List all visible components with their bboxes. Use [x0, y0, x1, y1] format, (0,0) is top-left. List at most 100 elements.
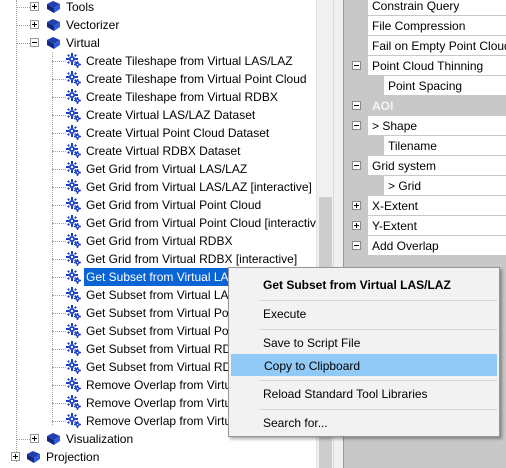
property-label: X-Extent: [368, 196, 506, 215]
tool-gear-icon: [66, 305, 82, 321]
collapse-toggle[interactable]: [352, 101, 361, 110]
tool-gear-icon: [66, 125, 82, 141]
menu-separator: [259, 409, 497, 410]
menu-item-reload-libraries[interactable]: Reload Standard Tool Libraries: [231, 383, 497, 405]
collapse-toggle[interactable]: [352, 161, 361, 170]
menu-separator: [259, 380, 497, 381]
property-row[interactable]: Add Overlap: [344, 236, 506, 256]
tool-item-label: Get Grid from Virtual RDBX: [86, 234, 233, 248]
collapse-toggle[interactable]: [352, 241, 361, 250]
property-row[interactable]: File Compression: [344, 16, 506, 36]
tool-item-label: Get Subset from Virtual LAS: [86, 288, 237, 302]
property-row[interactable]: AOI: [344, 96, 506, 116]
tool-gear-icon: [66, 89, 82, 105]
property-label: Y-Extent: [368, 216, 506, 235]
expand-toggle[interactable]: [352, 201, 361, 210]
tool-item[interactable]: Create Virtual Point Cloud Dataset: [0, 124, 316, 142]
menu-item-copy-to-clipboard[interactable]: Copy to Clipboard: [231, 354, 497, 376]
property-row[interactable]: Point Cloud Thinning: [344, 56, 506, 76]
tool-gear-icon: [66, 269, 82, 285]
tool-item-label: Get Grid from Virtual Point Cloud: [86, 198, 262, 212]
property-label: Add Overlap: [368, 236, 506, 255]
tree-item-vectorizer[interactable]: Vectorizer: [0, 16, 316, 34]
tool-gear-icon: [66, 323, 82, 339]
context-menu[interactable]: Get Subset from Virtual LAS/LAZ Execute …: [228, 267, 500, 437]
tool-item-label: Get Subset from Virtual RD: [86, 360, 232, 374]
tool-gear-icon: [66, 215, 82, 231]
tool-item-label: Get Subset from Virtual Poi: [86, 324, 232, 338]
property-label: Point Cloud Thinning: [368, 56, 506, 75]
tool-item[interactable]: Create Tileshape from Virtual LAS/LAZ: [0, 52, 316, 70]
tree-item-label: Vectorizer: [66, 18, 120, 32]
tool-item[interactable]: Create Virtual LAS/LAZ Dataset: [0, 106, 316, 124]
tool-item-label: Remove Overlap from Virtu: [86, 414, 232, 428]
property-label: File Compression: [368, 16, 506, 35]
expand-toggle[interactable]: [352, 221, 361, 230]
tool-item-label: Create Virtual LAS/LAZ Dataset: [86, 108, 256, 122]
property-row[interactable]: X-Extent: [344, 196, 506, 216]
tool-item[interactable]: Create Tileshape from Virtual Point Clou…: [0, 70, 316, 88]
property-label: Point Spacing: [384, 76, 506, 95]
tool-item[interactable]: Get Grid from Virtual LAS/LAZ [interacti…: [0, 178, 316, 196]
menu-title: Get Subset from Virtual LAS/LAZ: [263, 278, 451, 292]
tree-item-virtual[interactable]: Virtual: [0, 34, 316, 52]
property-row[interactable]: Tilename: [344, 136, 506, 156]
tool-item[interactable]: Get Grid from Virtual RDBX: [0, 232, 316, 250]
tool-gear-icon: [66, 377, 82, 393]
property-label: Tilename: [384, 136, 506, 155]
menu-item-save-to-script[interactable]: Save to Script File: [231, 332, 497, 354]
tool-gear-icon: [66, 107, 82, 123]
tool-item[interactable]: Get Grid from Virtual RDBX [interactive]: [0, 250, 316, 268]
tool-gear-icon: [66, 161, 82, 177]
expand-toggle[interactable]: [11, 452, 20, 461]
property-row[interactable]: Constrain Query: [344, 0, 506, 16]
property-row[interactable]: > Shape: [344, 116, 506, 136]
tool-item-label: Get Subset from Virtual Poi: [86, 306, 232, 320]
tool-gear-icon: [66, 413, 82, 429]
menu-separator: [259, 300, 497, 301]
property-row[interactable]: > Grid: [344, 176, 506, 196]
tree-item-label: Projection: [46, 450, 100, 464]
collapse-toggle[interactable]: [352, 121, 361, 130]
tool-gear-icon: [66, 359, 82, 375]
tool-item-label: Get Grid from Virtual LAS/LAZ: [86, 162, 248, 176]
tool-item-label: Get Grid from Virtual Point Cloud [inter…: [86, 216, 316, 230]
collapse-toggle[interactable]: [30, 38, 39, 47]
tool-gear-icon: [66, 395, 82, 411]
tool-gear-icon: [66, 71, 82, 87]
book-icon: [47, 1, 60, 13]
tool-item[interactable]: Create Virtual RDBX Dataset: [0, 142, 316, 160]
expand-toggle[interactable]: [30, 434, 39, 443]
tool-item[interactable]: Get Grid from Virtual Point Cloud: [0, 196, 316, 214]
property-label: Grid system: [368, 156, 506, 175]
tool-item-label: Get Grid from Virtual RDBX [interactive]: [86, 252, 298, 266]
tool-item[interactable]: Create Tileshape from Virtual RDBX: [0, 88, 316, 106]
property-row[interactable]: Y-Extent: [344, 216, 506, 236]
tool-item[interactable]: Get Grid from Virtual Point Cloud [inter…: [0, 214, 316, 232]
tool-gear-icon: [66, 143, 82, 159]
tool-item-label: Create Virtual RDBX Dataset: [86, 144, 241, 158]
property-row[interactable]: Fail on Empty Point Cloud: [344, 36, 506, 56]
tool-item-label: Create Tileshape from Virtual RDBX: [86, 90, 278, 104]
book-open-icon: [47, 37, 60, 49]
expand-toggle[interactable]: [30, 20, 39, 29]
tree-item-label: Tools: [66, 0, 95, 14]
property-row[interactable]: Point Spacing: [344, 76, 506, 96]
collapse-toggle[interactable]: [352, 61, 361, 70]
tool-gear-icon: [66, 179, 82, 195]
tool-item-label: Remove Overlap from Virtu: [86, 396, 232, 410]
property-row[interactable]: Grid system: [344, 156, 506, 176]
property-label: Constrain Query: [368, 0, 506, 15]
tool-item-label: Create Virtual Point Cloud Dataset: [86, 126, 270, 140]
property-label: Fail on Empty Point Cloud: [368, 36, 506, 55]
book-icon: [27, 451, 40, 463]
tree-item-tools[interactable]: Tools: [0, 0, 316, 16]
tree-item-projection[interactable]: Projection: [0, 448, 316, 466]
tool-item[interactable]: Get Grid from Virtual LAS/LAZ: [0, 160, 316, 178]
tool-gear-icon: [66, 233, 82, 249]
menu-item-search-for[interactable]: Search for...: [231, 412, 497, 434]
expand-toggle[interactable]: [30, 2, 39, 11]
property-label: > Grid: [384, 176, 506, 195]
tool-item-label: Remove Overlap from Virtu: [86, 378, 232, 392]
menu-item-execute[interactable]: Execute: [231, 303, 497, 325]
